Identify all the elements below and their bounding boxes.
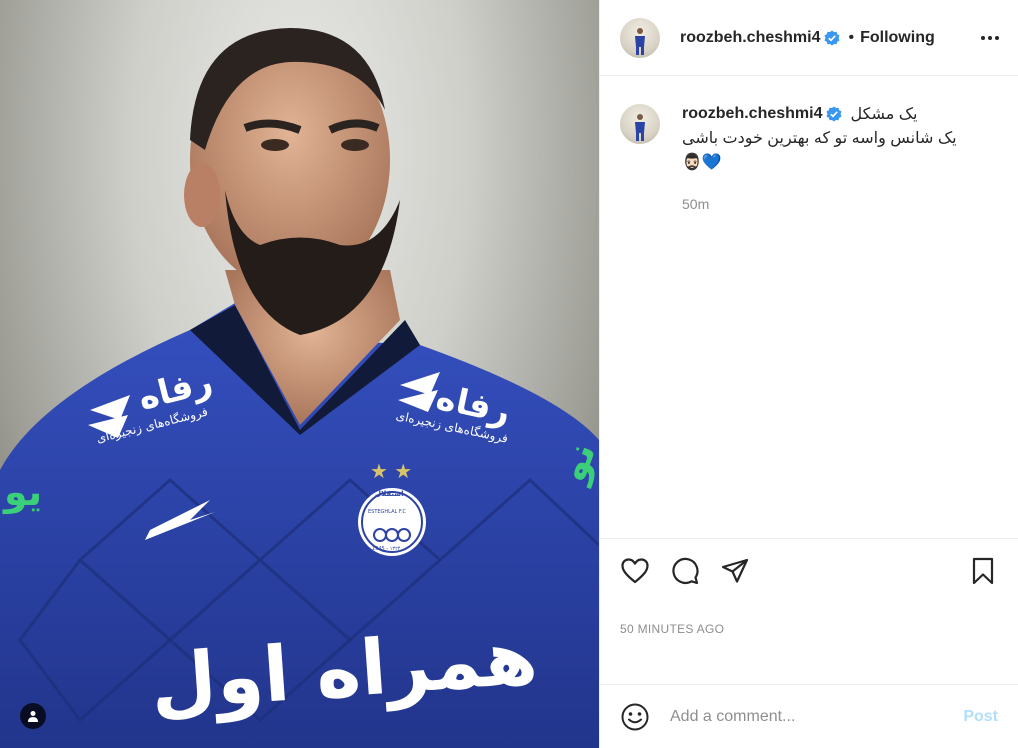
- emoji-button[interactable]: [620, 702, 650, 732]
- caption-avatar[interactable]: [620, 104, 660, 144]
- svg-text:★ ★: ★ ★: [370, 459, 412, 483]
- avatar-figure: [635, 27, 645, 55]
- like-button[interactable]: [620, 556, 650, 586]
- following-button[interactable]: Following: [860, 29, 935, 47]
- heart-icon: [621, 557, 649, 583]
- post-header: roozbeh.cheshmi4 • Following: [600, 0, 1018, 76]
- user-tags-button[interactable]: [20, 703, 46, 729]
- bookmark-icon: [972, 557, 994, 584]
- caption-text-line1: یک مشکل: [850, 106, 918, 123]
- avatar-figure: [635, 114, 645, 141]
- comment-input[interactable]: [670, 707, 964, 726]
- post-sidebar: roozbeh.cheshmi4 • Following roozbeh.che…: [599, 0, 1018, 748]
- comments-area: roozbeh.cheshmi4 یک مشکل یک شانس واسه تو…: [600, 76, 1018, 538]
- comment-button[interactable]: [670, 556, 700, 586]
- share-button[interactable]: [720, 556, 750, 586]
- post-comment-button[interactable]: Post: [963, 708, 998, 726]
- post-dialog: ★ ★ رفاه فروشگاه‌های زنجیره‌ای رفاه فروش…: [0, 0, 1018, 748]
- post-photo[interactable]: ★ ★ رفاه فروشگاه‌های زنجیره‌ای رفاه فروش…: [0, 0, 599, 748]
- crest-top-text: استقلال: [375, 490, 404, 498]
- header-username[interactable]: roozbeh.cheshmi4: [680, 29, 820, 47]
- comment-bubble-icon: [672, 557, 699, 584]
- more-options-button[interactable]: [978, 26, 1002, 50]
- header-separator: •: [848, 28, 855, 46]
- caption-first-line: roozbeh.cheshmi4 یک مشکل: [682, 104, 957, 124]
- comment-form: Post: [600, 684, 1018, 748]
- verified-badge-icon: [826, 106, 842, 122]
- caption-time: 50m: [682, 196, 710, 212]
- caption-username[interactable]: roozbeh.cheshmi4: [682, 105, 822, 123]
- crest-years-text: 1945 - ۱۳۲۴: [372, 546, 401, 552]
- sleeve-left-text: یو: [4, 470, 43, 514]
- smiley-icon: [621, 703, 649, 730]
- caption-emojis: 🧔🏻‍♂️💙: [682, 154, 722, 171]
- caption-text-line2: یک شانس واسه تو که بهترین خودت باشی: [682, 130, 957, 147]
- paper-plane-icon: [721, 558, 749, 583]
- crest-name-text: ESTEGHLAL F.C: [368, 509, 407, 515]
- verified-badge-icon: [824, 30, 840, 46]
- user-tag-icon: [28, 711, 38, 722]
- post-timestamp[interactable]: 50 MINUTES AGO: [600, 602, 1018, 684]
- avatar[interactable]: [620, 17, 660, 58]
- more-options-icon: [981, 35, 999, 40]
- save-button[interactable]: [968, 556, 998, 586]
- caption-body: roozbeh.cheshmi4 یک مشکل یک شانس واسه تو…: [682, 104, 957, 212]
- action-bar: [600, 538, 1018, 602]
- caption: roozbeh.cheshmi4 یک مشکل یک شانس واسه تو…: [620, 104, 998, 212]
